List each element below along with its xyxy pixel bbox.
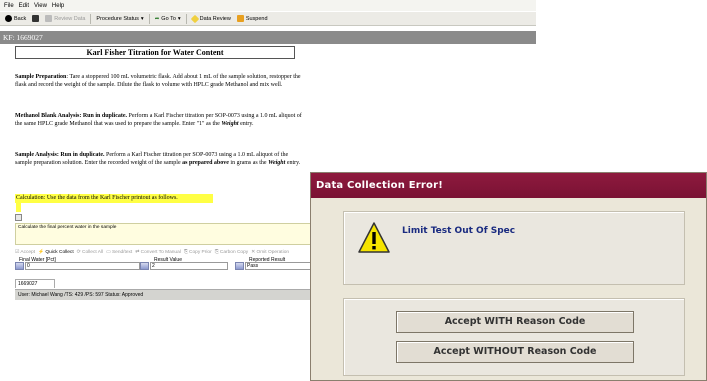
accept-button[interactable]: ☑ Accept (15, 250, 35, 255)
toolbar-divider (148, 13, 150, 24)
weight-term: Weight (268, 159, 286, 166)
as-prepared-term: as prepared above (182, 159, 229, 166)
sample-analysis-text-2: in grams as the (228, 159, 269, 166)
procedure-status-label: Procedure Status (96, 15, 139, 22)
weight-term: Weight (221, 120, 239, 127)
accept-icon: ☑ (15, 249, 20, 255)
toolbar-divider (185, 13, 187, 24)
field-icon[interactable] (15, 262, 24, 270)
review-data-label: Review Data (54, 15, 86, 22)
methanol-blank-end: entry. (238, 120, 254, 127)
carbon-copy-icon: ⎘ (214, 250, 219, 255)
goto-button[interactable]: ➦ Go To ▾ (152, 13, 184, 25)
suspend-icon (236, 15, 244, 22)
field-icon[interactable] (140, 262, 149, 270)
carbon-copy-button[interactable]: ⎘ Carbon Copy (215, 249, 248, 255)
accept-label: Accept (20, 249, 36, 255)
goto-label: Go To (161, 15, 176, 22)
collect-all-button[interactable]: ⟳ Collect All (77, 250, 103, 255)
methanol-blank-heading: Methanol Blank Analysis: Run in duplicat… (15, 113, 128, 119)
menu-help[interactable]: Help (52, 3, 64, 9)
menu-view[interactable]: View (34, 3, 47, 9)
field-icon[interactable] (235, 262, 244, 270)
accept-without-reason-label: Accept WITHOUT Reason Code (433, 346, 597, 357)
document-title-text: Karl Fisher Titration for Water Content (86, 48, 224, 57)
carbon-copy-label: Carbon Copy (219, 250, 249, 255)
sendtext-label: Send/text (111, 249, 133, 255)
chevron-down-icon: ▾ (177, 15, 181, 22)
convert-label: Convert To Manual (140, 249, 181, 255)
menu-file[interactable]: File (4, 3, 14, 9)
collect-all-label: Collect All (82, 249, 104, 255)
collect-all-icon: ⟳ (76, 249, 81, 255)
calculation-step[interactable]: Calculation: Use the data from the Karl … (15, 194, 213, 203)
sample-preparation-paragraph: Sample Preparation: Tare a stoppered 100… (15, 74, 305, 90)
back-button[interactable]: Back (2, 13, 29, 25)
document-title: Karl Fisher Titration for Water Content (15, 46, 295, 59)
sample-preparation-heading: Sample Preparation (15, 74, 67, 80)
menu-edit[interactable]: Edit (19, 3, 29, 9)
data-review-label: Data Review (199, 15, 231, 22)
tab-record-label: 1669027 (18, 281, 38, 287)
copy-prior-label: Copy Prior (189, 250, 212, 255)
data-review-icon (190, 14, 199, 23)
sendtext-button[interactable]: ▭ Send/text (106, 250, 132, 255)
omit-operation-button[interactable]: ✕ Omit Operation (251, 250, 289, 255)
dialog-title-bar[interactable]: Data Collection Error! (311, 173, 706, 198)
suspend-button[interactable]: Suspend (234, 13, 271, 25)
back-label: Back (14, 15, 27, 22)
toolbar-divider (90, 13, 92, 24)
binoculars-button[interactable] (29, 13, 42, 25)
menu-bar: File Edit View Help (0, 0, 536, 11)
review-data-button[interactable]: Review Data (42, 13, 88, 25)
data-review-button[interactable]: Data Review (189, 13, 234, 25)
copy-icon: ⎘ (183, 250, 188, 255)
final-water-input[interactable]: 0 (25, 262, 140, 270)
warning-icon (358, 222, 390, 253)
record-header: KF: 1669027 (0, 31, 536, 44)
result-value-input[interactable]: 2 (150, 262, 228, 270)
convert-manual-button[interactable]: ⇄ Convert To Manual (135, 250, 181, 255)
step-prompt-text: Calculate the final percent water in the… (18, 225, 117, 230)
button-panel: Accept WITH Reason Code Accept WITHOUT R… (343, 298, 685, 376)
calculation-text: Calculation: Use the data from the Karl … (16, 195, 178, 201)
copy-prior-button[interactable]: ⎘ Copy Prior (184, 249, 212, 255)
procedure-status-button[interactable]: Procedure Status ▾ (93, 13, 146, 25)
accept-with-reason-button[interactable]: Accept WITH Reason Code (396, 311, 634, 333)
current-step-marker (16, 203, 21, 212)
review-icon (45, 15, 53, 22)
main-toolbar: Back Review Data Procedure Status ▾ ➦ Go… (0, 12, 536, 26)
back-arrow-icon (5, 15, 12, 22)
sample-analysis-paragraph: Sample Analysis: Run in duplicate. Perfo… (15, 152, 305, 168)
accept-with-reason-label: Accept WITH Reason Code (444, 316, 586, 327)
chevron-down-icon: ▾ (140, 15, 144, 22)
step-prompt: Calculate the final percent water in the… (15, 223, 345, 245)
record-id: KF: 1669027 (3, 33, 43, 42)
sendtext-icon: ▭ (106, 249, 111, 255)
error-message: Limit Test Out Of Spec (402, 226, 516, 236)
error-dialog: Data Collection Error! Limit Test Out Of… (310, 172, 707, 381)
message-panel: Limit Test Out Of Spec (343, 211, 685, 285)
quick-collect-icon: ⚡ (38, 249, 45, 255)
quick-collect-label: Quick Collect (45, 249, 74, 255)
expand-toggle[interactable] (15, 214, 22, 221)
accept-without-reason-button[interactable]: Accept WITHOUT Reason Code (396, 341, 634, 363)
dialog-title: Data Collection Error! (316, 180, 443, 191)
convert-icon: ⇄ (135, 249, 140, 255)
sample-analysis-end: entry. (285, 159, 301, 166)
sample-analysis-heading: Sample Analysis: Run in duplicate. (15, 152, 105, 158)
goto-arrow-icon: ➦ (154, 15, 160, 22)
methanol-blank-paragraph: Methanol Blank Analysis: Run in duplicat… (15, 113, 305, 129)
omit-label: Omit Operation (256, 249, 290, 255)
status-text: User: Michael Wang /TS: 429 /PS: 597 Sta… (18, 292, 144, 298)
binoculars-icon (32, 15, 40, 22)
quick-collect-button[interactable]: ⚡ Quick Collect (38, 250, 74, 255)
omit-icon: ✕ (251, 249, 256, 255)
tab-record[interactable]: 1669027 (15, 279, 55, 288)
suspend-label: Suspend (245, 15, 268, 22)
